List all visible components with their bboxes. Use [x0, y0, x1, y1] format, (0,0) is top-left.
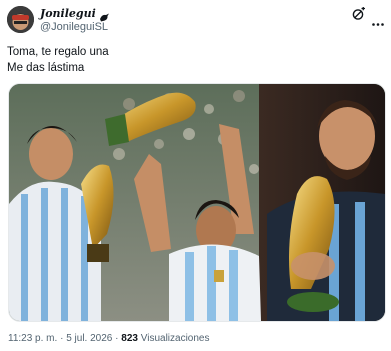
meta-separator: ·	[60, 333, 64, 344]
post-time[interactable]: 11:23 p. m.	[8, 333, 57, 344]
post-date[interactable]: 5 jul. 2026	[66, 333, 112, 344]
more-icon[interactable]	[372, 13, 384, 26]
avatar[interactable]	[7, 6, 34, 33]
views-label: Visualizaciones	[140, 333, 210, 344]
views-count: 823	[121, 333, 138, 344]
author-display-name[interactable]: Jonilegui	[40, 7, 96, 20]
post-text-line: Me das lástima	[7, 62, 85, 74]
meta-separator: ·	[115, 333, 119, 344]
post-media-image[interactable]	[8, 83, 386, 322]
post-header: Jonilegui @JonileguiSL	[0, 0, 391, 40]
bird-icon	[99, 9, 110, 21]
post-meta: 11:23 p. m. · 5 jul. 2026 · 823 Visualiz…	[8, 333, 209, 344]
author-names: Jonilegui @JonileguiSL	[40, 6, 110, 33]
author-handle[interactable]: @JonileguiSL	[40, 21, 110, 33]
follow-icon[interactable]	[352, 7, 366, 21]
post-text: Toma, te regalo una Me das lástima	[7, 44, 109, 76]
post-text-line: Toma, te regalo una	[7, 46, 109, 58]
